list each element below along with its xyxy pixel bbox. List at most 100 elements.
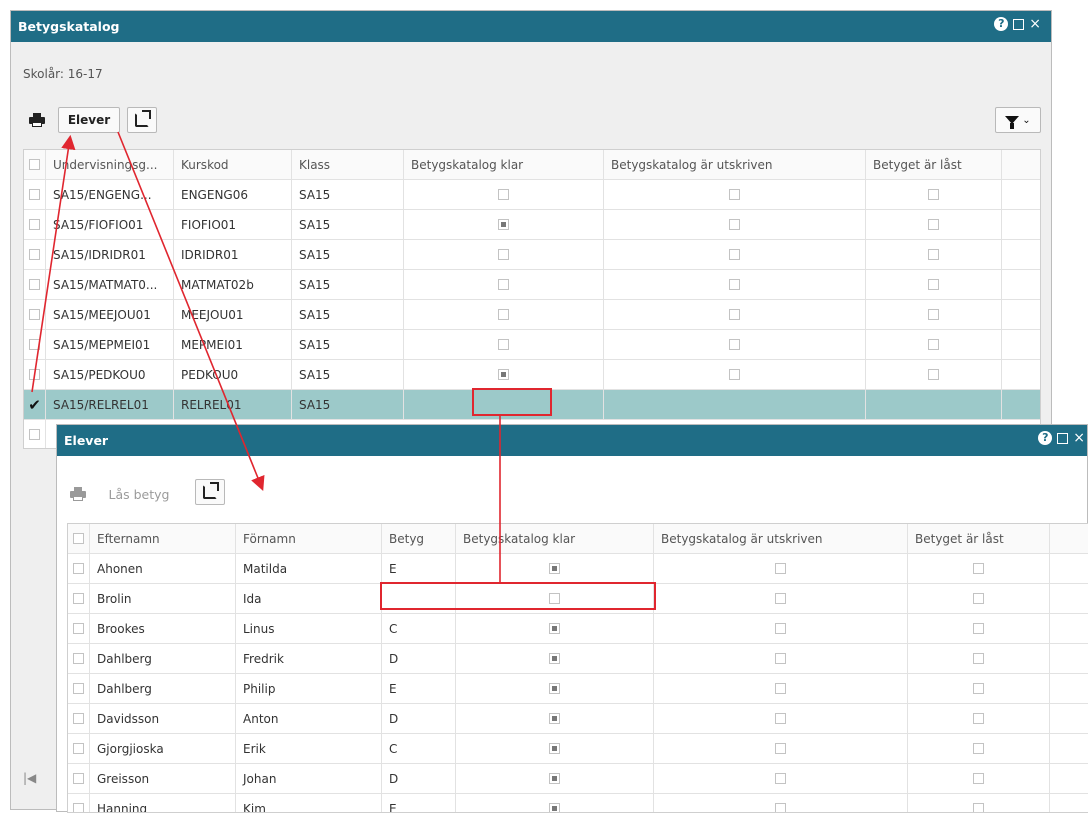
print-button[interactable] — [65, 481, 91, 507]
klar-checkbox[interactable] — [549, 743, 560, 754]
last-checkbox[interactable] — [973, 713, 984, 724]
klar-checkbox[interactable] — [549, 683, 560, 694]
last-checkbox[interactable] — [973, 563, 984, 574]
col-header-last[interactable]: Betyget är låst — [908, 524, 1050, 553]
row-checkbox[interactable] — [29, 219, 40, 230]
filter-button[interactable]: ⌄ — [995, 107, 1041, 133]
utskriven-checkbox[interactable] — [729, 369, 740, 380]
last-checkbox[interactable] — [928, 309, 939, 320]
select-all-checkbox[interactable] — [73, 533, 84, 544]
table-row[interactable]: Ahonen Matilda E — [68, 554, 1088, 584]
table-row[interactable]: SA15/IDRIDR01 IDRIDR01 SA15 — [24, 240, 1040, 270]
last-checkbox[interactable] — [928, 189, 939, 200]
help-icon[interactable]: ? — [1038, 431, 1053, 445]
table-row[interactable]: Dahlberg Fredrik D — [68, 644, 1088, 674]
row-checkbox[interactable] — [29, 369, 40, 380]
export-button[interactable] — [127, 107, 157, 133]
table-row[interactable]: SA15/FIOFIO01 FIOFIO01 SA15 — [24, 210, 1040, 240]
col-header-class[interactable]: Klass — [292, 150, 404, 179]
utskriven-checkbox[interactable] — [775, 713, 786, 724]
klar-checkbox[interactable] — [549, 653, 560, 664]
help-icon[interactable]: ? — [994, 17, 1009, 31]
col-header-first-name[interactable]: Förnamn — [236, 524, 382, 553]
utskriven-checkbox[interactable] — [775, 683, 786, 694]
row-checkbox[interactable] — [29, 189, 40, 200]
close-icon[interactable]: × — [1029, 17, 1041, 31]
last-checkbox[interactable] — [973, 593, 984, 604]
row-checkbox[interactable] — [73, 713, 84, 724]
utskriven-checkbox[interactable] — [775, 623, 786, 634]
col-header-last[interactable]: Betyget är låst — [866, 150, 1002, 179]
utskriven-checkbox[interactable] — [729, 219, 740, 230]
utskriven-checkbox[interactable] — [729, 339, 740, 350]
last-checkbox[interactable] — [973, 773, 984, 784]
klar-checkbox[interactable] — [498, 189, 509, 200]
export-button[interactable] — [195, 479, 225, 505]
checkmark-icon[interactable]: ✔ — [28, 396, 41, 414]
col-header-last-name[interactable]: Efternamn — [90, 524, 236, 553]
table-row[interactable]: Greisson Johan D — [68, 764, 1088, 794]
col-header-group[interactable]: Undervisningsg... — [46, 150, 174, 179]
table-row[interactable]: SA15/PEDKOU0 PEDKOU0 SA15 — [24, 360, 1040, 390]
klar-checkbox[interactable] — [498, 219, 509, 230]
col-header-grade[interactable]: Betyg — [382, 524, 456, 553]
table-row[interactable]: Brookes Linus C — [68, 614, 1088, 644]
last-checkbox[interactable] — [928, 279, 939, 290]
utskriven-checkbox[interactable] — [729, 279, 740, 290]
table-row[interactable]: SA15/MATMAT0... MATMAT02b SA15 — [24, 270, 1040, 300]
maximize-icon[interactable] — [1057, 432, 1069, 444]
select-all-checkbox[interactable] — [29, 159, 40, 170]
close-icon[interactable]: × — [1073, 431, 1085, 445]
row-checkbox[interactable] — [73, 623, 84, 634]
last-checkbox[interactable] — [973, 623, 984, 634]
klar-checkbox[interactable] — [498, 369, 509, 380]
col-header-klar[interactable]: Betygskatalog klar — [404, 150, 604, 179]
row-checkbox[interactable] — [29, 309, 40, 320]
klar-checkbox[interactable] — [549, 623, 560, 634]
elever-button[interactable]: Elever — [58, 107, 120, 133]
last-checkbox[interactable] — [973, 653, 984, 664]
maximize-icon[interactable] — [1013, 18, 1025, 30]
last-checkbox[interactable] — [928, 369, 939, 380]
col-header-utskriven[interactable]: Betygskatalog är utskriven — [604, 150, 866, 179]
klar-checkbox[interactable] — [549, 563, 560, 574]
last-checkbox[interactable] — [928, 339, 939, 350]
last-checkbox[interactable] — [928, 219, 939, 230]
col-header-klar[interactable]: Betygskatalog klar — [456, 524, 654, 553]
klar-checkbox[interactable] — [498, 279, 509, 290]
row-checkbox[interactable] — [73, 683, 84, 694]
klar-checkbox[interactable] — [498, 249, 509, 260]
klar-checkbox[interactable] — [498, 339, 509, 350]
utskriven-checkbox[interactable] — [729, 249, 740, 260]
las-betyg-button[interactable]: Lås betyg — [91, 481, 187, 507]
table-row[interactable]: Gjorgjioska Erik C — [68, 734, 1088, 764]
row-checkbox[interactable] — [29, 279, 40, 290]
first-page-icon[interactable]: |◀ — [23, 771, 36, 785]
utskriven-checkbox[interactable] — [775, 743, 786, 754]
row-checkbox[interactable] — [73, 773, 84, 784]
last-checkbox[interactable] — [973, 743, 984, 754]
table-row[interactable]: SA15/MEPMEI01 MEPMEI01 SA15 — [24, 330, 1040, 360]
utskriven-checkbox[interactable] — [775, 653, 786, 664]
klar-checkbox[interactable] — [549, 773, 560, 784]
table-row[interactable]: Davidsson Anton D — [68, 704, 1088, 734]
last-checkbox[interactable] — [973, 683, 984, 694]
row-checkbox[interactable] — [73, 743, 84, 754]
row-checkbox[interactable] — [73, 593, 84, 604]
row-checkbox[interactable] — [29, 249, 40, 260]
table-row[interactable]: SA15/ENGENG... ENGENG06 SA15 — [24, 180, 1040, 210]
klar-checkbox[interactable] — [549, 713, 560, 724]
print-button[interactable] — [23, 107, 51, 133]
row-checkbox[interactable] — [73, 563, 84, 574]
utskriven-checkbox[interactable] — [775, 773, 786, 784]
table-row[interactable]: SA15/MEEJOU01 MEEJOU01 SA15 — [24, 300, 1040, 330]
utskriven-checkbox[interactable] — [729, 189, 740, 200]
utskriven-checkbox[interactable] — [729, 309, 740, 320]
utskriven-checkbox[interactable] — [775, 593, 786, 604]
utskriven-checkbox[interactable] — [775, 563, 786, 574]
table-row[interactable]: Dahlberg Philip E — [68, 674, 1088, 704]
last-checkbox[interactable] — [928, 249, 939, 260]
klar-checkbox[interactable] — [498, 309, 509, 320]
col-header-course[interactable]: Kurskod — [174, 150, 292, 179]
col-header-utskriven[interactable]: Betygskatalog är utskriven — [654, 524, 908, 553]
